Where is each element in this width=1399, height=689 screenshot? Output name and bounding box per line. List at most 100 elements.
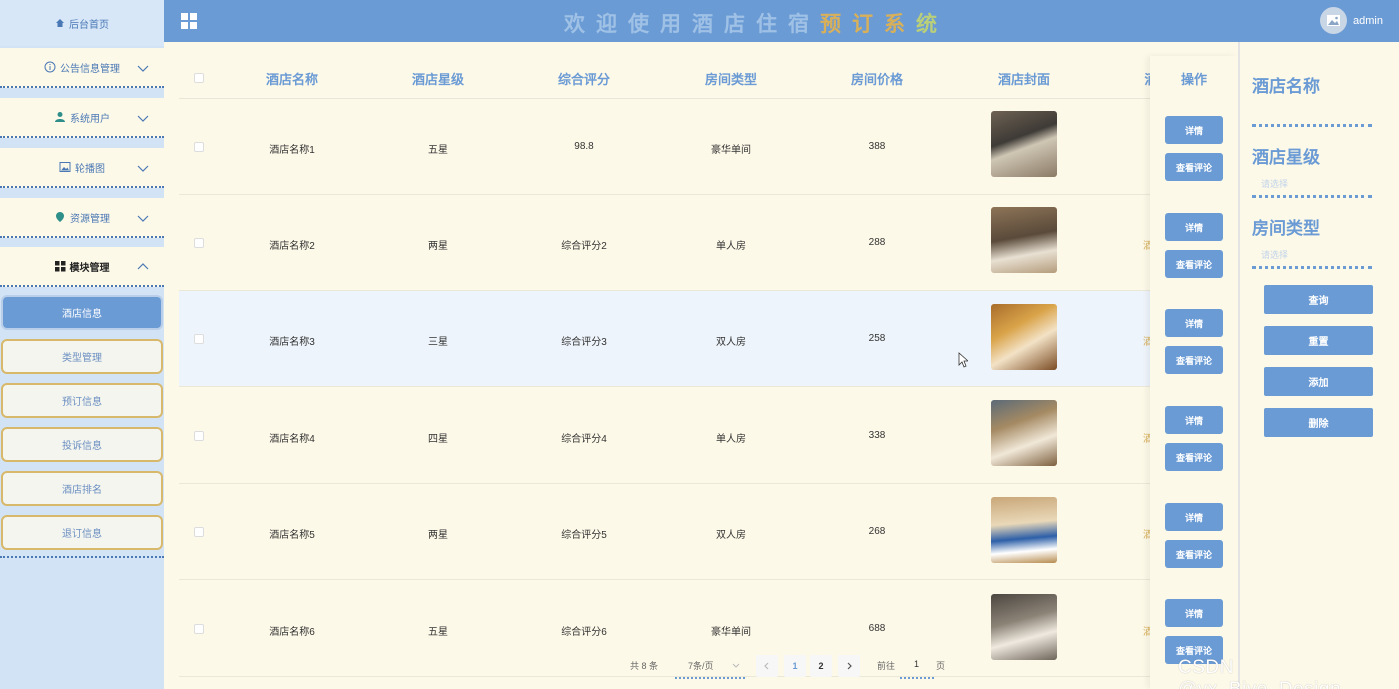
goto-page-input[interactable]: 1 [914,659,919,669]
col-header-cover[interactable]: 酒店封面 [998,69,1050,88]
view-comments-button[interactable]: 查看评论 [1165,153,1223,181]
operations-column: 操作 详情 查看评论 详情 查看评论 详情 查看评论 详情 查看评论 详情 查看… [1150,56,1238,689]
reset-button[interactable]: 重置 [1264,326,1373,355]
username-label[interactable]: admin [1353,15,1383,27]
next-page-button[interactable] [838,655,860,677]
hotel-cover-image[interactable] [991,594,1057,660]
table-row[interactable]: 酒店名称4 四星 综合评分4 单人房 338 酒 [179,388,1153,484]
select-all-checkbox[interactable] [194,73,204,83]
avatar-image-icon [1327,15,1340,26]
grid-icon [54,260,65,271]
info-circle-icon [44,61,56,73]
cell-price: 388 [868,141,886,152]
cell-room: 豪华单间 [711,145,751,156]
table-row[interactable]: 酒店名称5 两星 综合评分5 双人房 268 酒 [179,484,1153,580]
page-1-button[interactable]: 1 [784,655,806,677]
table-row[interactable]: 酒店名称6 五星 综合评分6 豪华单间 688 酒 [179,581,1153,677]
room-select[interactable]: 请选择 [1261,248,1288,261]
sidebar-item-notice[interactable]: 公告信息管理 [0,48,164,88]
row-checkbox[interactable] [194,142,204,152]
home-icon [56,19,64,27]
location-pin-icon [56,212,64,222]
detail-button[interactable]: 详情 [1165,406,1223,434]
sidebar-item-label: 系统用户 [70,113,110,125]
page-2-button[interactable]: 2 [810,655,832,677]
cell-star: 四星 [428,434,448,445]
table-row[interactable]: 酒店名称3 三星 综合评分3 双人房 258 酒 [179,291,1238,387]
chevron-left-icon [764,662,769,670]
detail-button[interactable]: 详情 [1165,309,1223,337]
detail-button[interactable]: 详情 [1165,116,1223,144]
row-checkbox[interactable] [194,238,204,248]
delete-button[interactable]: 删除 [1264,408,1373,437]
cell-name: 酒店名称3 [269,337,315,348]
cell-score: 综合评分5 [561,530,607,541]
sidebar-item-modules[interactable]: 模块管理 [0,247,164,287]
cell-price: 268 [868,526,886,537]
sidebar-home[interactable]: 后台首页 [0,0,164,46]
prev-page-button[interactable] [756,655,778,677]
menu-grid-icon[interactable] [181,13,197,29]
cell-name: 酒店名称2 [269,241,315,252]
submenu-hotel-info[interactable]: 酒店信息 [1,295,163,330]
col-header-name[interactable]: 酒店名称 [266,69,318,88]
cell-price: 688 [868,623,886,634]
view-comments-button[interactable]: 查看评论 [1165,346,1223,374]
view-comments-button[interactable]: 查看评论 [1165,443,1223,471]
row-checkbox[interactable] [194,334,204,344]
detail-button[interactable]: 详情 [1165,599,1223,627]
search-label-star: 酒店星级 [1252,148,1320,167]
submenu-booking-info[interactable]: 预订信息 [1,383,163,418]
table-row[interactable]: 酒店名称1 五星 98.8 豪华单间 388 测i [179,99,1162,195]
detail-button[interactable]: 详情 [1165,503,1223,531]
sidebar-item-resources[interactable]: 资源管理 [0,198,164,238]
row-checkbox[interactable] [194,624,204,634]
cell-price: 338 [868,430,886,441]
submenu-divider [0,556,164,558]
chevron-down-icon [137,215,149,222]
star-select[interactable]: 请选择 [1261,177,1288,190]
sidebar-item-carousel[interactable]: 轮播图 [0,148,164,188]
search-label-name: 酒店名称 [1252,77,1320,96]
detail-button[interactable]: 详情 [1165,213,1223,241]
table-row[interactable]: 酒店名称2 两星 综合评分2 单人房 288 酒 [179,195,1153,291]
sidebar-item-users[interactable]: 系统用户 [0,98,164,138]
col-header-price[interactable]: 房间价格 [851,69,903,88]
col-header-star[interactable]: 酒店星级 [412,69,464,88]
cell-room: 豪华单间 [711,627,751,638]
image-icon [59,162,71,172]
hotel-cover-image[interactable] [991,111,1057,177]
cell-star: 三星 [428,337,448,348]
goto-input-underline [900,677,934,679]
goto-label: 前往 [877,661,896,671]
room-select-underline [1252,266,1372,269]
row-checkbox[interactable] [194,431,204,441]
search-input-name[interactable] [1252,124,1372,127]
col-header-room[interactable]: 房间类型 [705,69,757,88]
view-comments-button[interactable]: 查看评论 [1165,250,1223,278]
cell-price: 288 [868,237,886,248]
hotel-cover-image[interactable] [991,497,1057,563]
view-comments-button[interactable]: 查看评论 [1165,540,1223,568]
submenu-hotel-ranking[interactable]: 酒店排名 [1,471,163,506]
col-header-score[interactable]: 综合评分 [558,69,610,88]
query-button[interactable]: 查询 [1264,285,1373,314]
star-select-underline [1252,195,1372,198]
page-size-select[interactable]: 7条/页 [688,659,714,672]
row-checkbox[interactable] [194,527,204,537]
cell-score: 综合评分4 [561,434,607,445]
chevron-right-icon [847,662,852,670]
search-label-room: 房间类型 [1252,219,1320,238]
avatar[interactable] [1320,7,1347,34]
chevron-up-icon [137,263,149,270]
hotel-cover-image[interactable] [991,304,1057,370]
submenu-complaint-info[interactable]: 投诉信息 [1,427,163,462]
watermark: CSDN @vx_Biye_Design [1178,657,1341,689]
hotel-cover-image[interactable] [991,207,1057,273]
add-button[interactable]: 添加 [1264,367,1373,396]
hotel-cover-image[interactable] [991,400,1057,466]
submenu-cancel-info[interactable]: 退订信息 [1,515,163,550]
chevron-down-icon [137,65,149,72]
cell-name: 酒店名称1 [269,145,315,156]
submenu-type-manage[interactable]: 类型管理 [1,339,163,374]
